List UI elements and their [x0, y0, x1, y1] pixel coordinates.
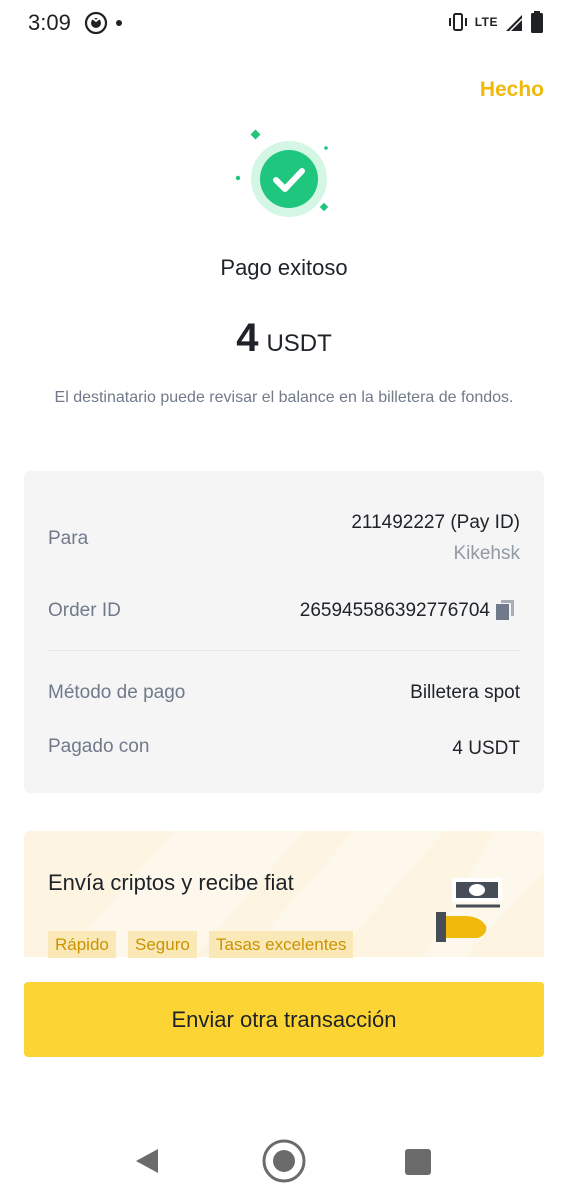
vibrate-icon — [448, 13, 467, 31]
payment-success-title: Pago exitoso — [220, 255, 348, 280]
success-check-icon — [235, 129, 329, 217]
promo-title: Envía criptos y recibe fiat — [48, 870, 294, 895]
network-type: LTE — [474, 15, 498, 29]
payment-method-value: Billetera spot — [410, 682, 520, 703]
send-another-transaction-button[interactable]: Enviar otra transacción — [24, 982, 544, 1057]
signal-icon — [506, 15, 523, 32]
to-label: Para — [48, 528, 89, 549]
paid-with-value: 4 USDT — [452, 738, 520, 759]
order-id-label: Order ID — [48, 600, 121, 621]
promo-tag-secure: Seguro — [128, 931, 197, 958]
amount-value: 4 — [236, 316, 259, 360]
cash-hand-icon — [436, 878, 502, 942]
recipient-name: Kikehsk — [453, 543, 520, 564]
amount-currency: USDT — [266, 330, 332, 357]
notification-dot-icon — [116, 20, 122, 26]
order-id-value: 265945586392776704 — [299, 600, 490, 621]
recents-nav-icon[interactable] — [405, 1149, 431, 1175]
done-button[interactable]: Hecho — [480, 78, 544, 102]
status-right-icons: LTE — [447, 10, 544, 34]
back-nav-icon[interactable] — [134, 1147, 160, 1175]
promo-tag-fast: Rápido — [48, 931, 116, 958]
payment-amount: 4 USDT — [0, 316, 568, 361]
radio-icon — [84, 11, 108, 35]
promo-tag-rates: Tasas excelentes — [209, 931, 354, 958]
to-value: 211492227 (Pay ID) — [351, 512, 520, 533]
details-divider — [48, 650, 520, 651]
copy-icon[interactable] — [494, 598, 518, 622]
home-nav-icon[interactable] — [261, 1138, 307, 1184]
status-time: 3:09 — [28, 10, 71, 35]
recipient-note: El destinatario puede revisar el balance… — [54, 389, 514, 406]
paid-with-label: Pagado con — [48, 736, 150, 757]
battery-icon — [531, 11, 543, 33]
payment-method-label: Método de pago — [48, 682, 186, 703]
status-left-icons — [84, 11, 122, 35]
